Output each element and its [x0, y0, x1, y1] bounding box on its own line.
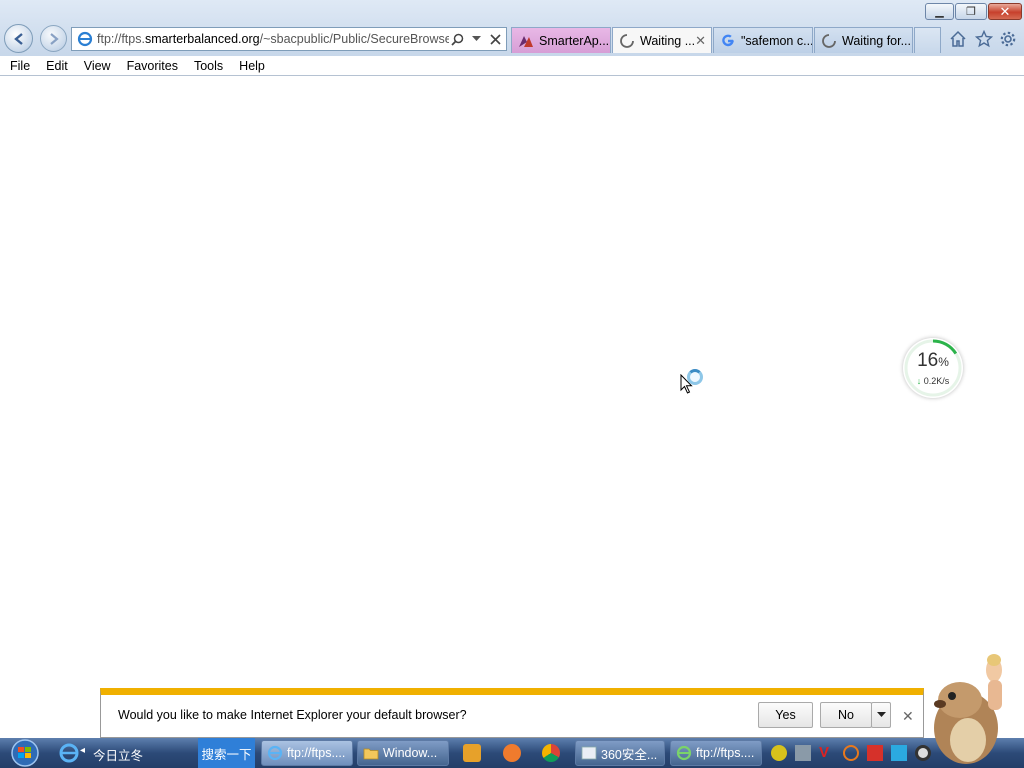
stop-icon[interactable]	[487, 31, 503, 47]
loading-spinner-icon	[822, 33, 836, 48]
taskbar-item-explorer[interactable]: Window...	[357, 740, 449, 766]
rate-value: 0.2K/s	[923, 376, 950, 386]
new-tab-button[interactable]	[914, 27, 941, 53]
task-label: 360安全...	[601, 747, 658, 762]
download-arrow-icon: ↓	[916, 376, 922, 386]
task-label: ftp://ftps....	[696, 746, 755, 760]
no-button[interactable]: No	[820, 702, 872, 728]
tray-display-icon[interactable]	[891, 745, 907, 761]
smarterapp-logo-icon	[519, 35, 533, 47]
menu-help[interactable]: Help	[231, 59, 273, 73]
folder-icon	[363, 748, 379, 760]
address-path: /~sbacpublic/Public/SecureBrowsers	[259, 32, 449, 46]
arrow-right-icon	[49, 32, 59, 45]
ie-icon	[267, 745, 283, 761]
tab-label: "safemon c...	[741, 33, 813, 48]
menu-view[interactable]: View	[76, 59, 119, 73]
app-icon[interactable]	[503, 744, 521, 762]
start-orb-icon[interactable]	[4, 739, 46, 767]
back-button[interactable]	[4, 24, 33, 53]
taskbar-item-ie-2[interactable]: ftp://ftps....	[670, 740, 762, 766]
chevron-left-icon[interactable]: ◂	[80, 745, 85, 756]
busy-indicator-icon	[687, 369, 703, 385]
tray-flag-icon[interactable]	[867, 745, 883, 761]
address-text[interactable]: ftp://ftps.smarterbalanced.org/~sbacpubl…	[97, 32, 449, 46]
address-prefix: ftp://ftps.	[97, 32, 145, 46]
desktop-mascot-image	[934, 654, 1002, 764]
tray-network-icon[interactable]	[795, 745, 811, 761]
menu-tools[interactable]: Tools	[186, 59, 231, 73]
taskbar-item-360[interactable]: 360安全...	[575, 740, 665, 766]
minimize-icon: ▁	[935, 6, 944, 18]
close-window-button[interactable]: ✕	[988, 3, 1022, 20]
ie-icon[interactable]	[58, 742, 80, 764]
search-icon[interactable]	[449, 31, 465, 47]
restore-button[interactable]: ❐	[955, 3, 987, 20]
window-icon	[581, 746, 597, 760]
tray-shield-icon[interactable]	[771, 745, 787, 761]
address-domain: smarterbalanced.org	[144, 32, 260, 46]
restore-icon: ❐	[966, 6, 976, 18]
tab-waiting[interactable]: Waiting for...	[814, 27, 913, 53]
tray-search-icon[interactable]	[843, 745, 859, 761]
page-content	[0, 77, 1024, 687]
media-player-icon[interactable]	[463, 744, 481, 762]
close-icon: ✕	[999, 3, 1011, 19]
gear-icon[interactable]	[998, 29, 1018, 49]
network-speed-widget[interactable]: 16% ↓ 0.2K/s	[903, 338, 963, 398]
tab-smarterapp[interactable]: SmarterAp...	[511, 27, 611, 53]
home-icon[interactable]	[948, 29, 968, 49]
no-options-dropdown[interactable]	[871, 702, 891, 728]
tray-v-icon[interactable]: V	[819, 745, 835, 761]
menu-file[interactable]: File	[2, 59, 38, 73]
favorites-star-icon[interactable]	[974, 29, 994, 49]
taskbar-toolbar-label[interactable]: 今日立冬	[93, 745, 143, 764]
ie-icon	[676, 745, 692, 761]
tab-label: Waiting for...	[842, 33, 912, 48]
menu-edit[interactable]: Edit	[38, 59, 76, 73]
task-label: Window...	[383, 746, 438, 760]
task-label: ftp://ftps....	[287, 746, 346, 760]
default-browser-notification: Would you like to make Internet Explorer…	[100, 688, 924, 738]
address-bar[interactable]: ftp://ftps.smarterbalanced.org/~sbacpubl…	[71, 27, 507, 51]
download-rate: ↓ 0.2K/s	[903, 376, 963, 386]
percent-value: 16	[917, 350, 939, 371]
tab-close-icon[interactable]: ✕	[695, 33, 706, 49]
minimize-button[interactable]: ▁	[925, 3, 954, 20]
google-icon	[722, 34, 734, 46]
chrome-icon[interactable]	[542, 744, 560, 762]
tab-waiting-active[interactable]: Waiting ... ✕	[612, 27, 712, 53]
tab-label: SmarterAp...	[539, 33, 610, 48]
search-button[interactable]: 搜索一下	[198, 738, 255, 768]
speed-percent: 16%	[903, 350, 963, 372]
taskbar-item-ie[interactable]: ftp://ftps....	[261, 740, 353, 766]
tab-label: Waiting ...	[640, 33, 696, 48]
notification-message: Would you like to make Internet Explorer…	[118, 708, 467, 722]
arrow-left-icon	[13, 32, 23, 45]
dropdown-arrow-icon	[876, 712, 886, 717]
notification-close-icon[interactable]: ✕	[902, 708, 914, 725]
forward-button[interactable]	[40, 25, 67, 52]
menu-bar: File Edit View Favorites Tools Help	[0, 56, 1024, 76]
loading-spinner-icon	[620, 33, 634, 48]
yes-button[interactable]: Yes	[758, 702, 813, 728]
tab-google-search[interactable]: "safemon c...	[713, 27, 813, 53]
ie-page-icon	[77, 31, 93, 47]
menu-favorites[interactable]: Favorites	[119, 59, 186, 73]
dropdown-arrow-icon[interactable]	[468, 31, 484, 47]
percent-sign: %	[938, 355, 949, 369]
